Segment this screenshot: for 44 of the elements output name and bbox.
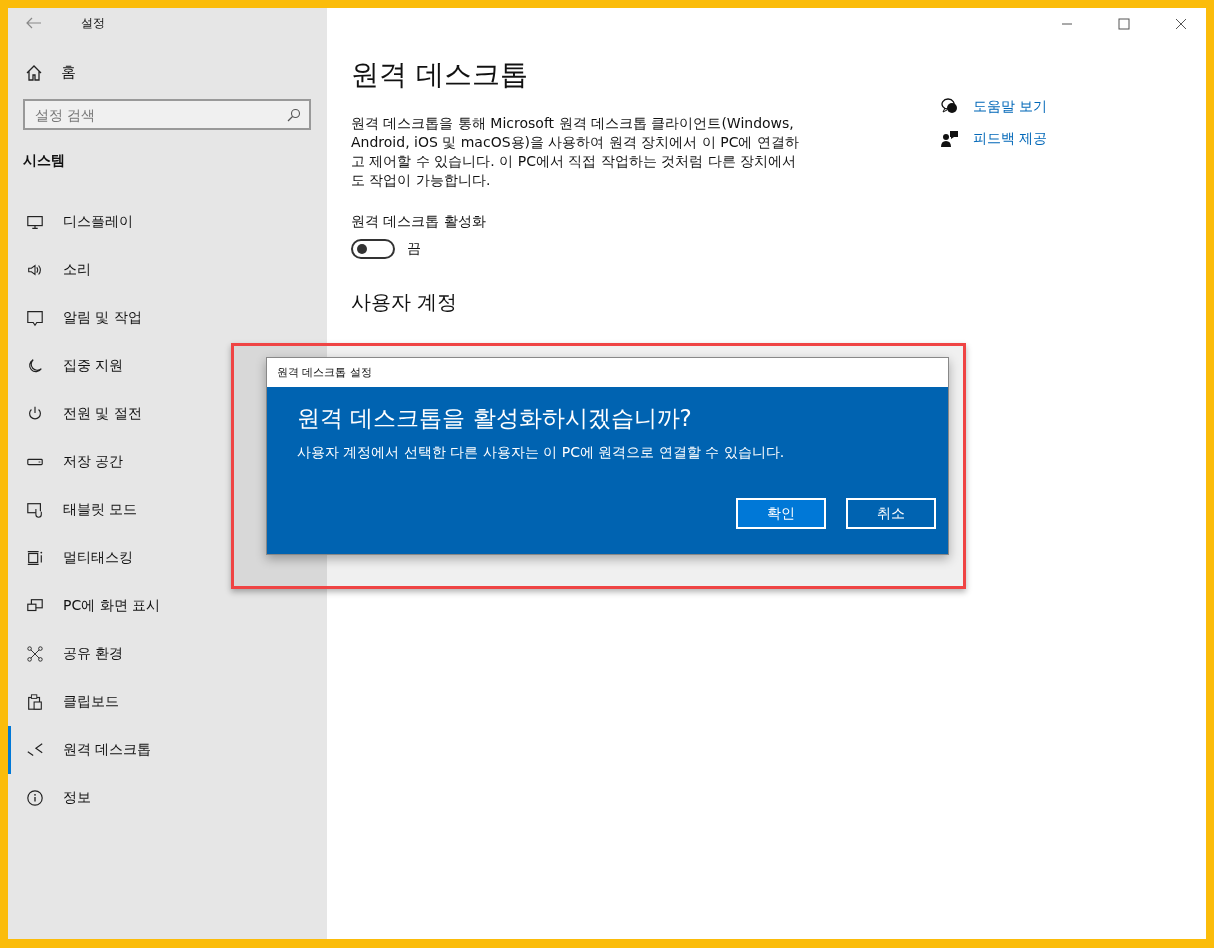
sidebar-item[interactable]: 알림 및 작업: [8, 294, 327, 342]
back-arrow-icon[interactable]: [26, 17, 42, 29]
sidebar-item[interactable]: PC에 화면 표시: [8, 582, 327, 630]
page-title: 원격 데스크톱: [351, 57, 529, 93]
description: 원격 데스크톱을 통해 Microsoft 원격 데스크톱 클라이언트(Windows, Android, iOS 및 macOS용)을 사용하여 원격 장치에서 이 PC에 연결하고 제어할 수 있습니다. 이 PC에서 직접 작업하는 것처럼 다른 장치에서도 작업이 가능합니다.: [351, 114, 800, 190]
help-bubble-icon: [941, 98, 959, 116]
dialog-message: 사용자 계정에서 선택한 다른 사용자는 이 PC에 원격으로 연결할 수 있습니다.: [297, 444, 786, 462]
sidebar-item[interactable]: 정보: [8, 774, 327, 822]
speech-bubble-icon: [26, 309, 44, 327]
sidebar-item[interactable]: 태블릿 모드: [8, 486, 327, 534]
sidebar-item[interactable]: 디스플레이: [8, 198, 327, 246]
toggle-switch[interactable]: [351, 239, 395, 259]
clipboard-icon: [26, 693, 44, 711]
sidebar-item[interactable]: 클립보드: [8, 678, 327, 726]
network-icon: [26, 645, 44, 663]
multitasking-icon: [26, 549, 44, 567]
window-title: 설정: [81, 14, 105, 32]
speaker-icon: [26, 261, 44, 279]
sidebar-item[interactable]: 공유 환경: [8, 630, 327, 678]
cancel-button[interactable]: 취소: [846, 498, 936, 529]
search-icon[interactable]: [287, 108, 301, 122]
close-icon[interactable]: [1175, 18, 1187, 30]
sidebar-item[interactable]: 소리: [8, 246, 327, 294]
search-field[interactable]: 설정 검색: [23, 99, 311, 130]
confirm-button[interactable]: 확인: [736, 498, 826, 529]
home-icon[interactable]: [26, 64, 42, 81]
help-link[interactable]: 도움말 보기: [973, 98, 1048, 116]
section-heading: 사용자 계정: [351, 289, 459, 316]
tablet-icon: [26, 501, 44, 519]
sidebar-item[interactable]: 멀티태스킹: [8, 534, 327, 582]
help-link[interactable]: 피드백 제공: [973, 130, 1048, 148]
toggle-label: 원격 데스크톱 활성화: [351, 213, 487, 231]
info-icon: [26, 789, 44, 807]
monitor-icon: [26, 213, 44, 231]
dialog-heading: 원격 데스크톱을 활성화하시겠습니까?: [297, 404, 693, 433]
section-heading: 시스템: [22, 151, 66, 170]
sidebar-item[interactable]: 원격 데스크톱: [8, 726, 327, 774]
remote-icon: [26, 741, 44, 759]
maximize-icon[interactable]: [1118, 18, 1130, 30]
person-feedback-icon: [941, 130, 959, 148]
moon-icon: [26, 357, 44, 375]
home-link[interactable]: 홈: [61, 63, 76, 82]
toggle-state: 끔: [407, 240, 421, 258]
dialog-title: 원격 데스크톱 설정: [267, 358, 948, 387]
